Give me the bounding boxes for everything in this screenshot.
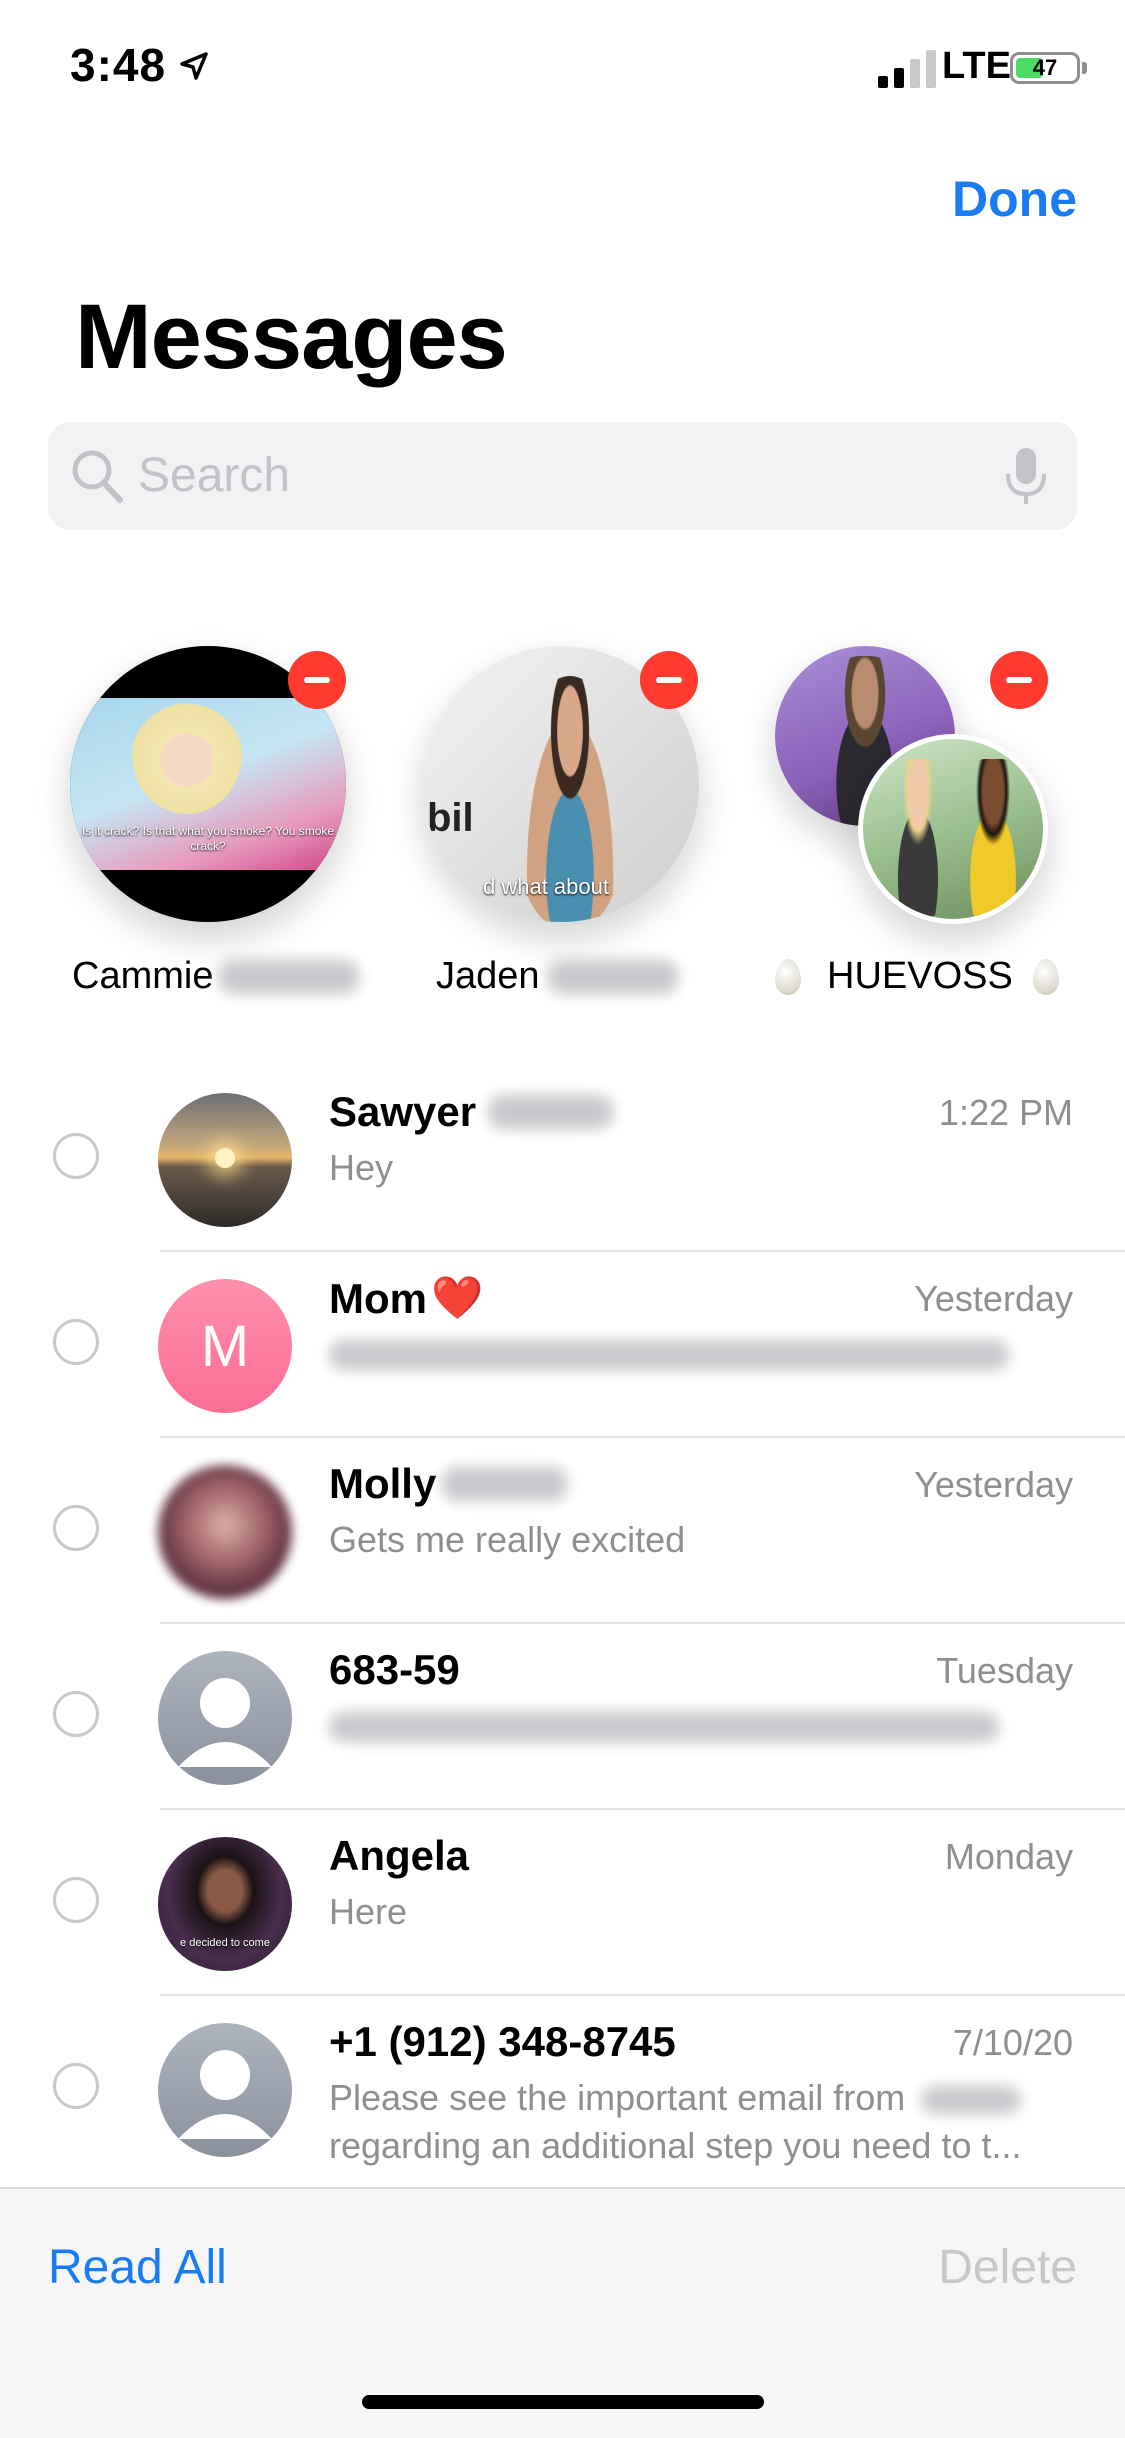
preview-text: Please see the important email from — [329, 2077, 906, 2118]
conversation-row[interactable]: e decided to come Angela Monday Here — [0, 1810, 1125, 1996]
search-input[interactable] — [138, 440, 958, 510]
redacted-preview — [329, 1712, 999, 1742]
cellular-signal-icon — [878, 50, 936, 88]
group-avatar-front[interactable] — [858, 734, 1048, 924]
heart-emoji-icon: ❤️ — [431, 1274, 484, 1321]
message-preview — [329, 1330, 1074, 1382]
avatar-figure — [883, 759, 953, 919]
redacted-surname — [547, 959, 678, 994]
sun-icon — [215, 1148, 235, 1168]
avatar: e decided to come — [158, 1837, 292, 1971]
done-button[interactable]: Done — [952, 170, 1077, 228]
read-all-button[interactable]: Read All — [48, 2240, 227, 2295]
person-placeholder-icon — [178, 1678, 272, 1767]
redacted-preview — [329, 1340, 1009, 1370]
avatar-initial: M — [200, 1313, 250, 1379]
message-time: 1:22 PM — [938, 1092, 1073, 1133]
contact-name: Molly — [329, 1460, 568, 1508]
select-checkbox[interactable] — [53, 2063, 99, 2109]
contact-name-text: 683-59 — [329, 1646, 460, 1693]
message-time: Yesterday — [914, 1278, 1073, 1319]
contact-name-text: Mom — [329, 1274, 427, 1322]
message-time: Tuesday — [936, 1650, 1073, 1691]
select-checkbox[interactable] — [53, 1133, 99, 1179]
preview-line-2: regarding an additional step you need to… — [329, 2125, 1022, 2166]
avatar-backdrop-text: bil — [427, 796, 474, 840]
delete-button[interactable]: Delete — [938, 2240, 1077, 2295]
select-checkbox[interactable] — [53, 1319, 99, 1365]
pinned-name-huevoss: HUEVOSS — [775, 955, 1059, 998]
redacted-surname — [442, 1467, 568, 1501]
contact-name-text: +1 (912) 348-8745 — [329, 2018, 676, 2065]
pinned-name-text: Jaden — [436, 955, 540, 997]
avatar — [158, 1651, 292, 1785]
contact-name: Mom ❤️ — [329, 1274, 483, 1323]
contact-name-text: Sawyer — [329, 1088, 477, 1135]
contact-name-text: Molly — [329, 1460, 437, 1507]
remove-pin-huevoss[interactable] — [990, 651, 1048, 709]
home-indicator[interactable] — [362, 2395, 764, 2409]
select-checkbox[interactable] — [53, 1691, 99, 1737]
contact-name: Sawyer — [329, 1088, 614, 1136]
contact-name: Angela — [329, 1832, 469, 1880]
conversation-row[interactable]: M Mom ❤️ Yesterday — [0, 1252, 1125, 1438]
select-checkbox[interactable] — [53, 1505, 99, 1551]
message-preview: Gets me really excited — [329, 1519, 686, 1560]
location-arrow-icon — [180, 52, 208, 80]
battery-icon: 47 — [1010, 52, 1080, 84]
redacted-surname — [219, 959, 360, 994]
message-time: 7/10/20 — [952, 2022, 1073, 2063]
redacted-sender — [921, 2086, 1022, 2115]
pinned-name-text: Cammie — [72, 955, 214, 997]
conversation-row[interactable]: Molly Yesterday Gets me really excited — [0, 1438, 1125, 1624]
contact-name-text: Angela — [329, 1832, 470, 1879]
avatar — [158, 2023, 292, 2157]
avatar-figure — [132, 694, 242, 814]
message-preview: Please see the important email from rega… — [329, 2074, 1074, 2170]
avatar-caption: e decided to come — [180, 1937, 270, 1949]
battery-tip — [1082, 62, 1087, 74]
conversation-row[interactable]: +1 (912) 348-8745 7/10/20 Please see the… — [0, 1996, 1125, 2182]
remove-pin-cammie[interactable] — [288, 651, 346, 709]
pinned-name-text: HUEVOSS — [827, 955, 1013, 997]
egg-emoji-icon — [1032, 958, 1059, 995]
contact-name: +1 (912) 348-8745 — [329, 2018, 676, 2066]
status-time: 3:48 — [70, 39, 167, 91]
avatar — [158, 1093, 292, 1227]
conversation-row[interactable]: 683-59 Tuesday — [0, 1624, 1125, 1810]
pinned-name-jaden: Jaden — [436, 955, 678, 998]
egg-emoji-icon — [775, 958, 801, 995]
redacted-surname — [488, 1095, 614, 1129]
page-title: Messages — [75, 286, 508, 388]
avatar: M — [158, 1279, 292, 1413]
search-icon — [72, 450, 123, 503]
message-preview — [329, 1702, 1074, 1754]
avatar-figure — [953, 759, 1033, 919]
select-checkbox[interactable] — [53, 1877, 99, 1923]
message-preview: Here — [329, 1891, 408, 1932]
remove-pin-jaden[interactable] — [640, 651, 698, 709]
person-placeholder-icon — [178, 2050, 272, 2139]
avatar-caption: d what about — [483, 874, 609, 899]
microphone-icon[interactable] — [1004, 446, 1048, 508]
preview-line-1: Please see the important email from — [329, 2074, 1074, 2122]
message-time: Monday — [944, 1836, 1073, 1877]
battery-percentage: 47 — [1032, 55, 1058, 80]
pinned-name-cammie: Cammie — [72, 955, 360, 998]
contact-name: 683-59 — [329, 1646, 460, 1694]
network-type: LTE — [942, 45, 1011, 87]
conversation-row[interactable]: Sawyer 1:22 PM Hey — [0, 1066, 1125, 1252]
avatar — [158, 1465, 292, 1599]
avatar-caption: Is it crack? Is that what you smoke? You… — [81, 824, 335, 853]
message-preview: Hey — [329, 1147, 394, 1188]
message-time: Yesterday — [914, 1464, 1073, 1505]
